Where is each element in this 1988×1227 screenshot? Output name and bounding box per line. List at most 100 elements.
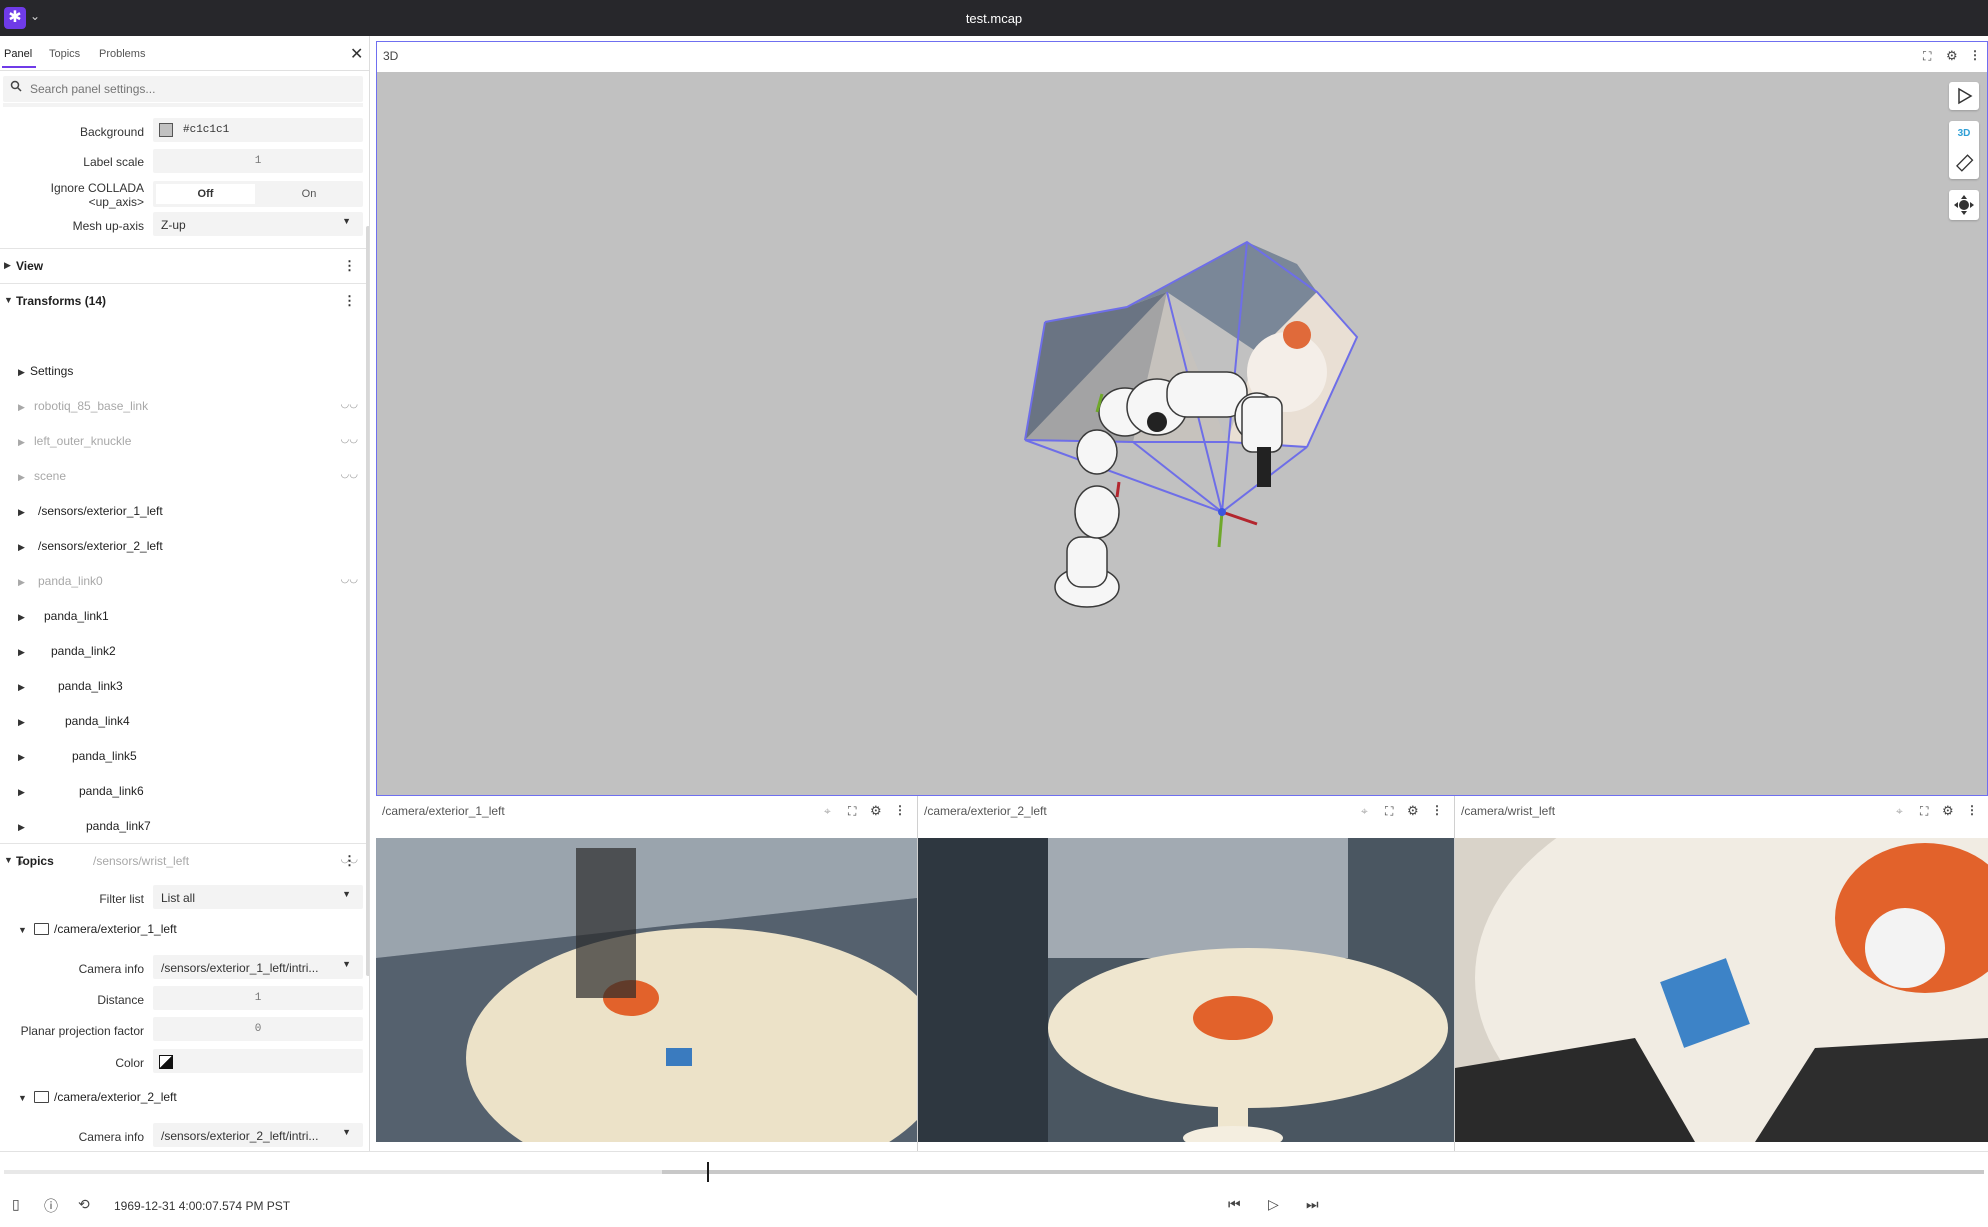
crosshair-icon[interactable]: ⌖ (1361, 804, 1368, 819)
camera-image[interactable] (1455, 838, 1988, 1142)
caret-right-icon[interactable]: ▶ (18, 367, 25, 378)
fullscreen-icon[interactable]: ⛶ (848, 804, 856, 819)
crosshair-move-icon[interactable] (1949, 190, 1979, 220)
camera-image[interactable] (376, 838, 917, 1142)
more-vertical-icon[interactable]: ⋮ (1969, 48, 1981, 62)
section-transforms[interactable]: ▼ Transforms (14) ⋮ (0, 283, 369, 318)
transform-row[interactable]: ▶ panda_link0 ◡◡ (0, 566, 369, 600)
caret-right-icon[interactable]: ▶ (18, 612, 25, 623)
transform-row[interactable]: ▶ left_outer_knuckle ◡◡ (0, 426, 369, 460)
camera-info-select[interactable]: /sensors/exterior_2_left/intri... ▼ (153, 1123, 363, 1147)
transform-row[interactable]: ▶ /sensors/exterior_1_left (0, 496, 369, 530)
color-field[interactable] (153, 1049, 363, 1073)
seek-backward-icon[interactable]: ⏮ (1228, 1196, 1241, 1213)
tab-panel[interactable]: Panel (4, 48, 32, 60)
transform-label: scene (34, 469, 67, 483)
transform-row[interactable]: ▶ panda_link1 (0, 601, 369, 635)
transform-row[interactable]: ▶ Settings (0, 356, 369, 390)
color-swatch[interactable] (159, 1055, 173, 1069)
gear-icon[interactable]: ⚙ (1946, 48, 1958, 64)
mesh-up-axis-select[interactable]: Z-up ▼ (153, 212, 363, 236)
image-panel-wrist[interactable]: /camera/wrist_left ⌖ ⛶ ⚙ ⋮ (1455, 796, 1988, 1151)
planar-projection-field[interactable]: 0 (153, 1017, 363, 1041)
caret-right-icon[interactable]: ▶ (18, 787, 25, 798)
toggle-off-button[interactable]: Off (156, 184, 255, 204)
distance-value: 1 (254, 992, 262, 1004)
caret-right-icon[interactable]: ▶ (18, 822, 25, 833)
fullscreen-icon[interactable]: ⛶ (1385, 804, 1393, 819)
caret-right-icon[interactable]: ▶ (18, 402, 25, 413)
fullscreen-icon[interactable]: ⛶ (1920, 804, 1928, 819)
ruler-icon[interactable] (1949, 151, 1979, 177)
3d-viewport[interactable] (377, 42, 1987, 795)
3d-panel[interactable] (376, 41, 1988, 796)
image-icon (34, 923, 49, 935)
caret-right-icon[interactable]: ▶ (18, 682, 25, 693)
section-topics[interactable]: ▼ Topics ⋮ (0, 843, 369, 878)
topic-row-exterior-1[interactable]: ▼ /camera/exterior_1_left (0, 914, 369, 948)
caret-right-icon[interactable]: ▶ (18, 647, 25, 658)
section-view[interactable]: ▶ View ⋮ (0, 248, 369, 283)
camera-image[interactable] (918, 838, 1454, 1142)
timeline-playhead[interactable] (707, 1162, 709, 1182)
tab-topics[interactable]: Topics (49, 48, 80, 60)
transform-row[interactable]: ▶ panda_link6 (0, 776, 369, 810)
transform-label: /sensors/exterior_1_left (38, 504, 163, 518)
image-panel-exterior-2[interactable]: /camera/exterior_2_left ⌖ ⛶ ⚙ ⋮ (918, 796, 1455, 1151)
caret-right-icon[interactable]: ▶ (18, 752, 25, 763)
background-color-field[interactable]: #c1c1c1 (153, 118, 363, 142)
gear-icon[interactable]: ⚙ (1942, 803, 1954, 819)
more-vertical-icon[interactable]: ⋮ (343, 853, 356, 869)
caret-right-icon[interactable]: ▶ (18, 577, 25, 588)
visibility-off-icon[interactable]: ◡◡ (341, 434, 358, 445)
more-vertical-icon[interactable]: ⋮ (894, 803, 906, 817)
transform-row[interactable]: ▶ panda_link4 (0, 706, 369, 740)
play-icon[interactable]: ▷ (1268, 1196, 1279, 1213)
bookmark-icon[interactable]: ▯ (12, 1196, 20, 1213)
camera-tool-group (1949, 190, 1979, 220)
visibility-off-icon[interactable]: ◡◡ (341, 399, 358, 410)
visibility-off-icon[interactable]: ◡◡ (341, 469, 358, 480)
label-scale-field[interactable]: 1 (153, 149, 363, 173)
caret-right-icon[interactable]: ▶ (18, 542, 25, 553)
gear-icon[interactable]: ⚙ (1407, 803, 1419, 819)
more-vertical-icon[interactable]: ⋮ (1966, 803, 1978, 817)
distance-field[interactable]: 1 (153, 986, 363, 1010)
playback-timestamp[interactable]: 1969-12-31 4:00:07.574 PM PST (114, 1199, 290, 1213)
more-vertical-icon[interactable]: ⋮ (343, 258, 356, 274)
more-vertical-icon[interactable]: ⋮ (1431, 803, 1443, 817)
gear-icon[interactable]: ⚙ (870, 803, 882, 819)
tab-problems[interactable]: Problems (99, 48, 145, 60)
transform-row[interactable]: ▶ panda_link2 (0, 636, 369, 670)
more-vertical-icon[interactable]: ⋮ (343, 293, 356, 309)
color-swatch[interactable] (159, 123, 173, 137)
transform-row[interactable]: ▶ panda_link7 (0, 811, 369, 845)
topic-name: /camera/exterior_2_left (54, 1090, 177, 1104)
crosshair-icon[interactable]: ⌖ (1896, 804, 1903, 819)
image-panel-exterior-1[interactable]: /camera/exterior_1_left ⌖ ⛶ ⚙ ⋮ (376, 796, 918, 1151)
3d-mode-toggle[interactable]: 3D (1949, 128, 1979, 139)
search-input[interactable] (30, 80, 360, 98)
filter-list-select[interactable]: List all ▼ (153, 885, 363, 909)
loop-icon[interactable]: ⟲ (78, 1196, 90, 1213)
caret-right-icon[interactable]: ▶ (18, 472, 25, 483)
fullscreen-icon[interactable]: ⛶ (1923, 49, 1931, 64)
topic-row-exterior-2[interactable]: ▼ /camera/exterior_2_left (0, 1082, 369, 1116)
info-icon[interactable]: ⓘ (44, 1196, 58, 1216)
transform-row[interactable]: ▶ panda_link3 (0, 671, 369, 705)
toggle-on-button[interactable]: On (259, 184, 359, 204)
transform-row[interactable]: ▶ panda_link5 (0, 741, 369, 775)
transform-row[interactable]: ▶ scene ◡◡ (0, 461, 369, 495)
visibility-off-icon[interactable]: ◡◡ (341, 574, 358, 585)
seek-forward-icon[interactable]: ⏭ (1306, 1196, 1319, 1213)
caret-right-icon[interactable]: ▶ (18, 437, 25, 448)
camera-info-select[interactable]: /sensors/exterior_1_left/intri... ▼ (153, 955, 363, 979)
transform-row[interactable]: ▶ robotiq_85_base_link ◡◡ (0, 391, 369, 425)
select-cursor-icon[interactable] (1949, 82, 1979, 110)
close-icon[interactable]: ✕ (350, 44, 363, 64)
crosshair-icon[interactable]: ⌖ (824, 804, 831, 819)
caret-right-icon[interactable]: ▶ (18, 507, 25, 518)
caret-right-icon[interactable]: ▶ (18, 717, 25, 728)
transform-row[interactable]: ▶ /sensors/exterior_2_left (0, 531, 369, 565)
sidebar-scrollbar[interactable] (366, 226, 369, 976)
